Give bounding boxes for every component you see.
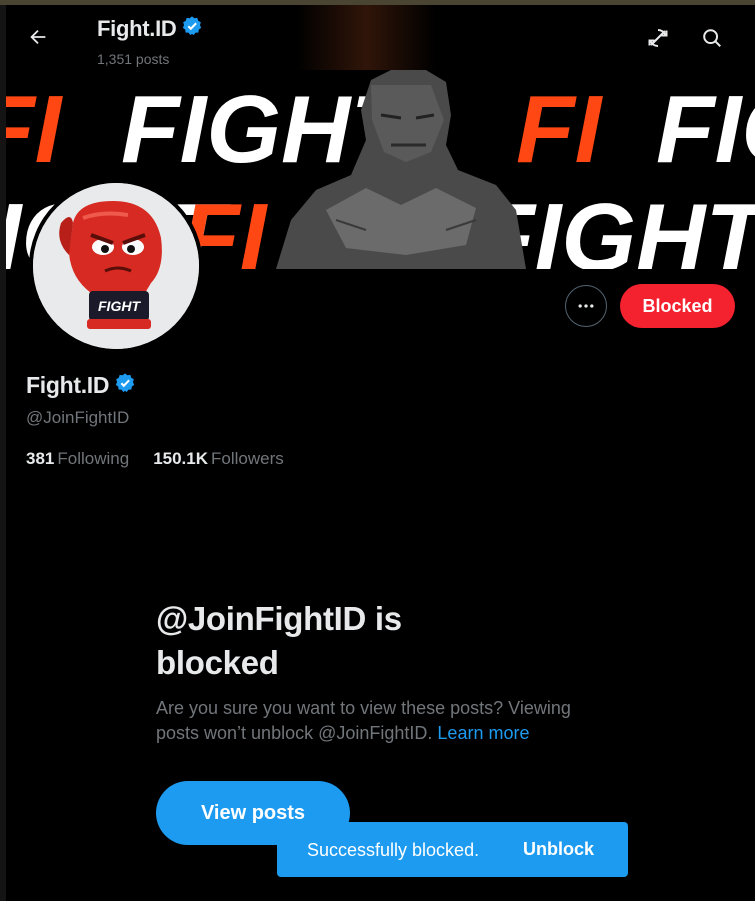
glove-label: FIGHT bbox=[98, 298, 141, 314]
refresh-icon bbox=[648, 29, 668, 47]
banner-text-accent-2: FI bbox=[516, 76, 604, 183]
following-count: 381 bbox=[26, 449, 55, 468]
profile-display-name: Fight.ID bbox=[26, 372, 136, 399]
followers-label: Followers bbox=[211, 449, 284, 468]
learn-more-link[interactable]: Learn more bbox=[437, 723, 529, 743]
followers-count: 150.1K bbox=[153, 449, 209, 468]
banner-text-accent-1: FI bbox=[6, 76, 64, 183]
followers-link[interactable]: 150.1K Followers bbox=[153, 449, 284, 469]
profile-header-bar: Fight.ID 1,351 posts bbox=[6, 5, 755, 70]
profile-name-text: Fight.ID bbox=[26, 372, 110, 398]
header-post-count: 1,351 posts bbox=[97, 51, 170, 67]
refresh-button[interactable] bbox=[643, 23, 673, 53]
more-horizontal-icon bbox=[578, 304, 594, 308]
unblock-button[interactable]: Unblock bbox=[523, 839, 594, 860]
search-icon bbox=[703, 29, 721, 47]
blocked-notice-title: @JoinFightID is blocked bbox=[156, 600, 402, 681]
blocked-button[interactable]: Blocked bbox=[620, 284, 735, 328]
verified-badge-icon[interactable] bbox=[114, 372, 136, 399]
back-button[interactable] bbox=[20, 19, 56, 55]
search-button[interactable] bbox=[697, 23, 727, 53]
toast-notification: Successfully blocked. Unblock bbox=[277, 822, 628, 877]
banner-text-main-2: FIGHT bbox=[656, 76, 755, 183]
profile-handle: @JoinFightID bbox=[26, 408, 130, 427]
header-name: Fight.ID bbox=[97, 15, 177, 41]
more-options-button[interactable] bbox=[565, 285, 607, 327]
following-label: Following bbox=[57, 449, 130, 468]
profile-avatar[interactable]: FIGHT bbox=[29, 179, 203, 353]
blocked-notice-description: Are you sure you want to view these post… bbox=[156, 696, 616, 746]
profile-stats: 381 Following 150.1K Followers bbox=[26, 449, 284, 469]
header-title: Fight.ID bbox=[97, 15, 203, 42]
boxing-glove-icon: FIGHT bbox=[33, 183, 199, 349]
arrow-left-icon bbox=[30, 29, 46, 45]
avatar-image: FIGHT bbox=[33, 183, 199, 349]
header-background bbox=[296, 5, 436, 70]
toast-message: Successfully blocked. bbox=[307, 840, 480, 860]
verified-badge-icon bbox=[181, 15, 203, 42]
following-link[interactable]: 381 Following bbox=[26, 449, 129, 469]
